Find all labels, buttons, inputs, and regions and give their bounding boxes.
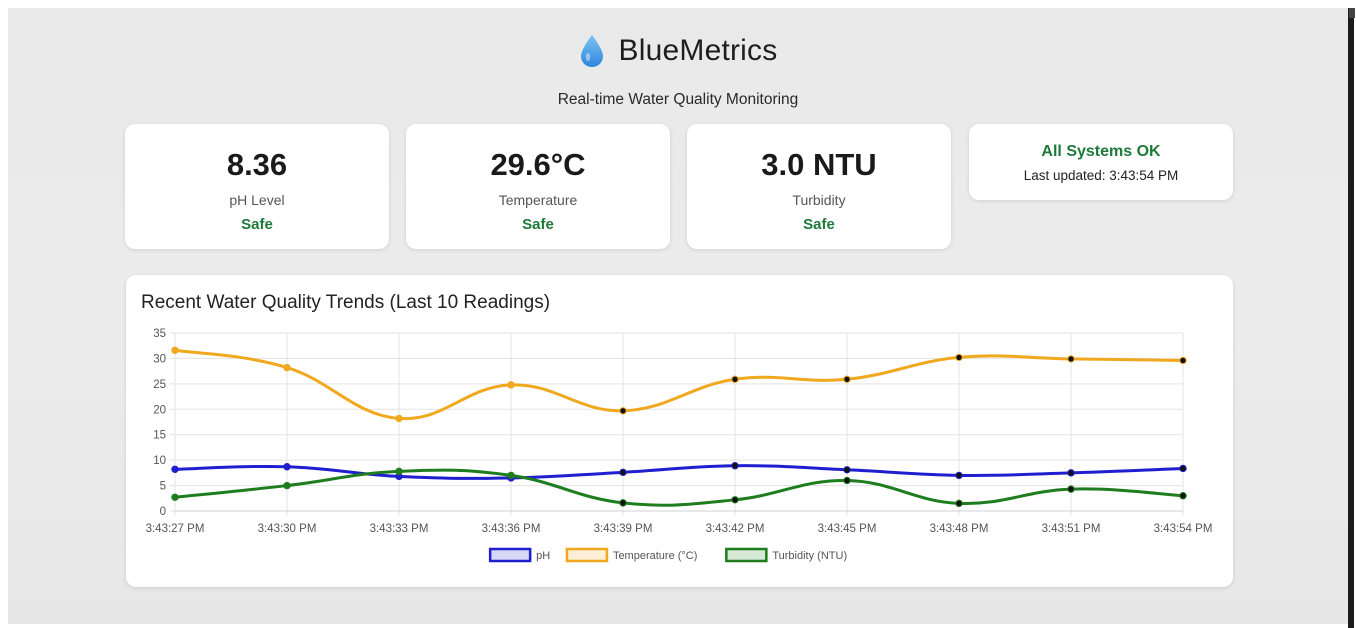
last-updated: Last updated: 3:43:54 PM (1023, 168, 1179, 183)
data-point-turbidity-ntu (619, 499, 627, 507)
data-point-ph (955, 471, 963, 480)
y-tick-label: 5 (160, 481, 166, 493)
data-point-ph (283, 463, 291, 471)
temperature-status: Safe (522, 216, 554, 233)
ph-label: pH Level (229, 192, 285, 208)
data-point-ph (619, 468, 627, 477)
data-point-ph (843, 466, 851, 474)
legend-label: pH (536, 550, 550, 562)
x-tick-label: 3:43:39 PM (594, 523, 653, 535)
data-point-turbidity-ntu (283, 481, 291, 490)
ph-card: 8.36 pH Level Safe (125, 124, 389, 249)
y-tick-label: 25 (153, 379, 166, 391)
legend-swatch (488, 547, 532, 563)
system-status-card: All Systems OK Last updated: 3:43:54 PM (969, 124, 1233, 200)
legend-item[interactable]: Temperature (°C) (565, 547, 697, 563)
data-point-temperature-c (955, 353, 963, 362)
legend-label: Temperature (°C) (613, 550, 697, 562)
x-tick-label: 3:43:51 PM (1042, 523, 1101, 535)
y-tick-label: 15 (153, 430, 166, 442)
temperature-card: 29.6°C Temperature Safe (406, 124, 670, 249)
ph-value: 8.36 (226, 147, 288, 182)
temperature-value: 29.6°C (490, 147, 586, 182)
x-tick-label: 3:43:48 PM (930, 523, 989, 535)
x-tick-label: 3:43:33 PM (370, 523, 429, 535)
data-point-temperature-c (395, 414, 403, 423)
turbidity-label: Turbidity (792, 192, 846, 208)
data-point-turbidity-ntu (507, 471, 515, 480)
data-point-turbidity-ntu (731, 496, 739, 504)
window-edge (1348, 8, 1354, 628)
app-subtitle: Real-time Water Quality Monitoring (557, 91, 799, 108)
legend-item[interactable]: Turbidity (NTU) (725, 547, 847, 563)
legend-label: Turbidity (NTU) (772, 550, 847, 562)
data-point-turbidity-ntu (955, 499, 963, 508)
y-tick-label: 10 (153, 455, 166, 467)
header: BlueMetrics Real-time Water Quality Moni… (8, 34, 1348, 109)
x-tick-label: 3:43:30 PM (258, 523, 317, 535)
data-point-turbidity-ntu (1067, 485, 1075, 493)
chart-grid (170, 332, 1184, 516)
data-point-temperature-c (843, 375, 851, 383)
series-line-temperature-c (174, 348, 1184, 421)
data-point-ph (731, 462, 739, 470)
data-point-turbidity-ntu (395, 467, 403, 476)
series-line-ph (174, 464, 1184, 480)
y-tick-label: 0 (160, 506, 166, 518)
data-point-temperature-c (171, 346, 179, 354)
ph-status: Safe (241, 216, 273, 233)
app-title: BlueMetrics (618, 34, 778, 67)
legend-swatch (565, 547, 609, 563)
y-tick-label: 20 (153, 404, 166, 416)
legend-item[interactable]: pH (488, 547, 550, 563)
water-drop-icon (580, 35, 603, 67)
data-point-temperature-c (507, 381, 515, 389)
data-point-temperature-c (619, 407, 627, 415)
brand: BlueMetrics (579, 34, 778, 68)
data-point-ph (1067, 469, 1075, 477)
data-point-ph (1179, 464, 1187, 473)
turbidity-value: 3.0 NTU (761, 147, 877, 182)
data-point-turbidity-ntu (171, 493, 179, 501)
data-point-temperature-c (283, 363, 291, 372)
legend-swatch (725, 547, 768, 563)
data-point-ph (171, 465, 179, 473)
app-viewport: BlueMetrics Real-time Water Quality Moni… (8, 8, 1348, 624)
data-point-turbidity-ntu (1179, 492, 1187, 500)
x-tick-label: 3:43:42 PM (706, 523, 765, 535)
turbidity-status: Safe (803, 216, 835, 233)
x-tick-label: 3:43:54 PM (1154, 523, 1213, 535)
system-status: All Systems OK (1041, 143, 1161, 160)
data-point-turbidity-ntu (843, 476, 851, 485)
y-tick-label: 35 (153, 328, 166, 340)
trends-chart: 0 5 10 15 20 25 30 35 3:43:27 PM 3:43:30 PM 3:43:3… (146, 328, 1213, 563)
data-point-temperature-c (1179, 356, 1187, 365)
x-tick-label: 3:43:45 PM (818, 523, 877, 535)
data-point-temperature-c (731, 375, 739, 383)
y-tick-label: 30 (153, 353, 166, 365)
data-point-temperature-c (1067, 355, 1075, 363)
x-tick-label: 3:43:27 PM (146, 523, 205, 535)
temperature-label: Temperature (498, 192, 578, 208)
trends-chart-panel: Recent Water Quality Trends (Last 10 Rea… (126, 275, 1233, 587)
window-edge-cap (1349, 8, 1355, 18)
x-tick-label: 3:43:36 PM (482, 523, 541, 535)
turbidity-card: 3.0 NTU Turbidity Safe (687, 124, 951, 249)
